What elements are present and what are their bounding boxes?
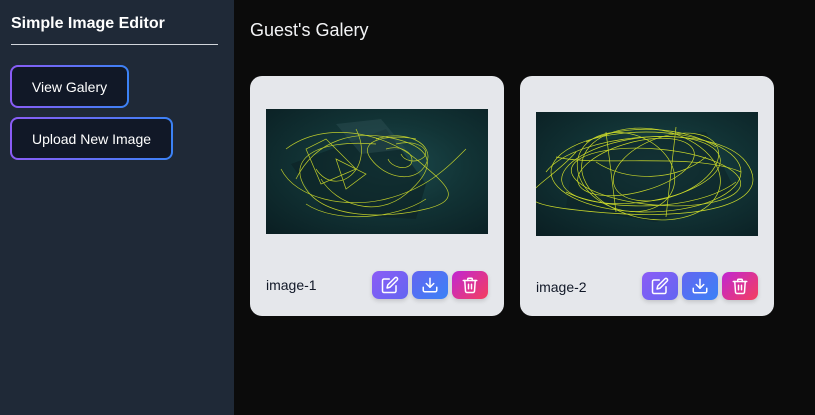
- scribble-image: [536, 126, 754, 222]
- edit-button[interactable]: [372, 271, 408, 299]
- download-button[interactable]: [412, 271, 448, 299]
- delete-button[interactable]: [452, 271, 488, 299]
- download-icon: [692, 278, 708, 294]
- trash-icon: [732, 278, 748, 295]
- app-title: Simple Image Editor: [11, 15, 165, 32]
- image-card: image-2: [520, 76, 774, 316]
- image-thumbnail[interactable]: [536, 112, 758, 236]
- download-icon: [422, 277, 438, 293]
- pencil-square-icon: [651, 277, 669, 295]
- image-thumbnail[interactable]: [266, 109, 488, 234]
- delete-button[interactable]: [722, 272, 758, 300]
- page-title: Guest's Galery: [250, 20, 369, 40]
- edit-button[interactable]: [642, 272, 678, 300]
- sidebar: Simple Image Editor View Galery Upload N…: [0, 0, 234, 415]
- pencil-square-icon: [381, 276, 399, 294]
- trash-icon: [462, 277, 478, 294]
- title-divider: [11, 44, 218, 45]
- scribble-image: [280, 119, 467, 219]
- download-button[interactable]: [682, 272, 718, 300]
- image-name: image-1: [266, 277, 317, 293]
- image-name: image-2: [536, 279, 587, 295]
- image-card: image-1: [250, 76, 504, 316]
- view-galery-button[interactable]: View Galery: [10, 65, 129, 108]
- upload-new-image-button[interactable]: Upload New Image: [10, 117, 173, 160]
